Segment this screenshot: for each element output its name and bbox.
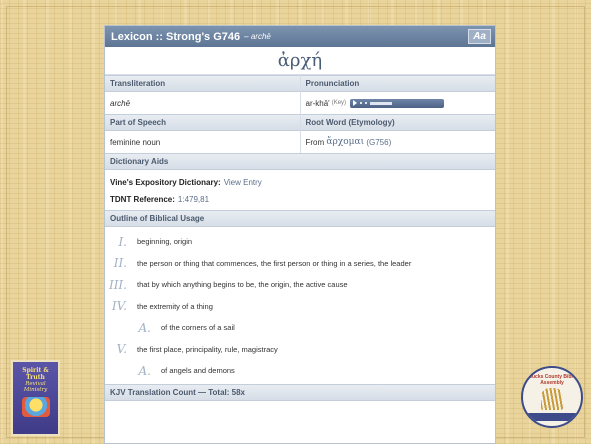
progress-dot-icon [365,102,368,104]
vines-label: Vine's Expository Dictionary: [110,178,221,187]
tdnt-label: TDNT Reference: [110,195,175,204]
outline-header: Outline of Biblical Usage [105,210,495,227]
transliteration-header: Transliteration [105,75,300,92]
pronunciation-header: Pronunciation [300,75,495,92]
outline-text: of the corners of a sail [161,323,235,333]
root-from-text: From [305,137,325,147]
list-item: II. the person or thing that commences, … [105,253,495,275]
pronunciation-key-link[interactable]: (Key) [332,100,346,106]
root-strongs-link[interactable]: (G756) [366,138,391,147]
wheat-sheaf-icon [541,388,563,410]
lexicon-title: Lexicon :: Strong's G746 [111,30,241,43]
tdnt-value[interactable]: 1:479,81 [178,195,209,204]
list-item: A. of angels and demons [105,360,495,382]
pronunciation-cell: Pronunciation ar-khā' (Key) [300,75,496,114]
logo-left-subtitle: Revival Ministry [23,381,48,393]
play-icon[interactable] [353,100,358,106]
tdnt-line: TDNT Reference: 1:479,81 [110,191,490,208]
logo-ribbon [527,413,577,421]
root-word-header: Root Word (Etymology) [300,114,495,131]
logo-right-title: Bucks County Bible Assembly [528,374,576,386]
list-item: I. beginning, origin [105,231,495,253]
list-item: V. the first place, principality, rule, … [105,339,495,361]
pronunciation-value: ar-khā' [305,98,330,108]
lexicon-titlebar: Lexicon :: Strong's G746 – archē Aa [105,26,495,47]
root-greek-link[interactable]: ἄρχομαι [326,137,364,147]
greek-headword: ἀρχή [105,47,495,75]
list-item: III. that by which anything begins to be… [105,274,495,296]
outline-number: V. [116,342,127,357]
list-item: A. of the corners of a sail [105,317,495,339]
lexicon-panel: Lexicon :: Strong's G746 – archē Aa ἀρχή… [104,25,496,444]
audio-player[interactable] [350,98,445,108]
ministry-logo-left: Spirit & Truth Revival Ministry [11,360,60,436]
transliteration-cell: Transliteration archē [105,75,301,114]
outline-number: II. [113,256,127,271]
kjv-count-header: KJV Translation Count — Total: 58x [105,383,495,401]
dictionary-aids-header: Dictionary Aids [105,153,495,170]
lexicon-title-sub: – archē [244,32,271,41]
dictionary-aids: Vine's Expository Dictionary: View Entry… [105,170,495,210]
assembly-logo-right: Bucks County Bible Assembly [521,366,583,428]
outline-list: I. beginning, origin II. the person or t… [105,227,495,382]
part-of-speech-value: feminine noun [110,137,161,147]
pos-root-row: Part of Speech feminine noun Root Word (… [105,114,495,153]
outline-text: the person or thing that commences, the … [137,258,412,268]
outline-number: IV. [111,299,127,314]
transliteration-value: archē [110,98,131,108]
logo-left-title: Spirit & Truth [22,367,49,381]
list-item: IV. the extremity of a thing [105,296,495,318]
outline-text: beginning, origin [137,237,193,247]
font-size-button[interactable]: Aa [468,29,491,44]
dove-emblem-icon [21,397,50,417]
part-of-speech-header: Part of Speech [105,114,300,131]
translit-pronun-row: Transliteration archē Pronunciation ar-k… [105,75,495,114]
progress-dot-icon [360,102,363,104]
pronunciation-value-row: ar-khā' (Key) [301,92,496,114]
volume-bar[interactable] [370,101,393,105]
outline-number: A. [138,363,151,378]
root-word-value: From ἄρχομαι (G756) [301,131,496,153]
root-word-cell: Root Word (Etymology) From ἄρχομαι (G756… [300,114,496,153]
outline-number: A. [138,320,151,335]
part-of-speech-cell: Part of Speech feminine noun [105,114,301,153]
outline-text: the extremity of a thing [137,301,213,311]
vines-view-entry-link[interactable]: View Entry [224,178,262,187]
outline-text: of angels and demons [161,366,235,376]
vines-line: Vine's Expository Dictionary: View Entry [110,174,490,191]
outline-text: the first place, principality, rule, mag… [137,344,278,354]
outline-text: that by which anything begins to be, the… [137,280,348,290]
outline-number: III. [108,277,127,292]
outline-number: I. [118,234,127,249]
